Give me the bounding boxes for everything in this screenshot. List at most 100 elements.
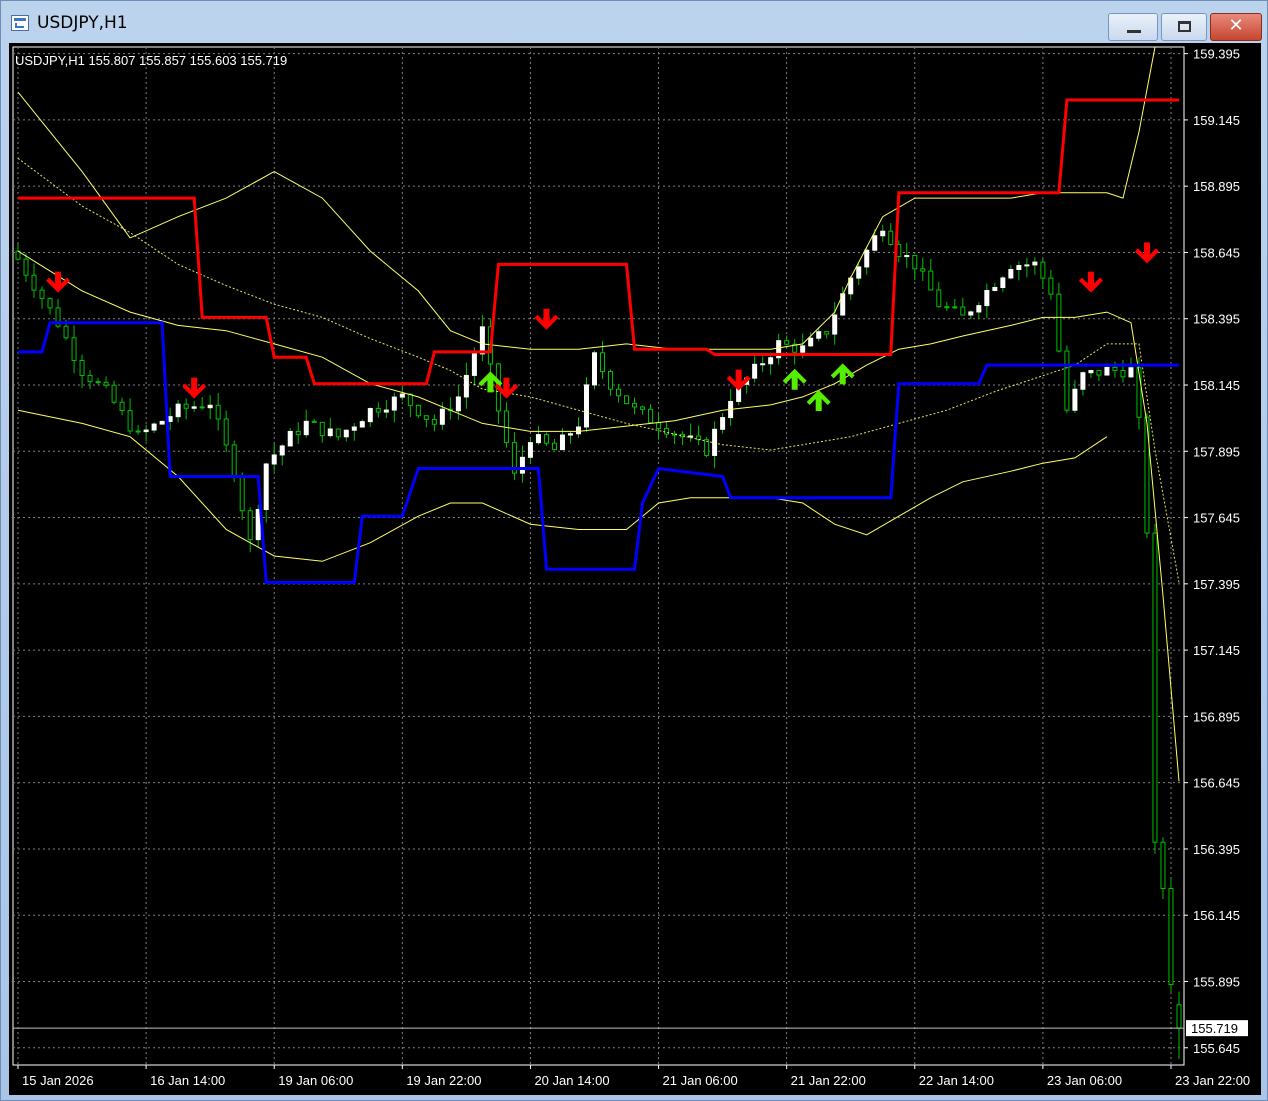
candle-bear [39,289,45,299]
y-tick-label: 158.395 [1193,312,1240,327]
candle-bull [816,331,822,339]
minimize-button[interactable] [1108,13,1158,41]
candle-bull [872,235,878,251]
candle-bull [167,416,173,422]
candle-bull [343,429,349,438]
candle-bull [1104,366,1110,376]
candle-bull [880,230,886,237]
candle-bull [856,266,862,279]
candle-bear [920,268,926,272]
chart-window-icon [11,15,29,31]
candle-bull [383,409,389,413]
candle-bear [47,297,53,309]
plot-frame [12,46,1185,1066]
candle-bear [624,395,630,405]
candle-bear [656,422,662,429]
buy-arrow-icon [806,389,831,411]
candle-bear [87,374,93,383]
candle-bull [527,442,533,458]
candle-bull [535,434,541,444]
candle-bear [1048,277,1054,295]
y-tick-label: 157.145 [1193,643,1240,658]
candle-bull [439,408,445,425]
candle-bear [431,418,437,425]
y-tick-label: 156.145 [1193,908,1240,923]
candle-bull [279,445,285,456]
candle-bear [960,306,966,316]
candle-bear [111,384,117,403]
candle-bull [351,426,357,431]
candle-bull [720,417,726,430]
y-tick-label: 155.645 [1193,1041,1240,1056]
candle-bull [271,454,277,465]
candle-bear [119,401,125,412]
candle-bear [1064,350,1070,411]
support-line [18,321,1179,584]
candle-bear [127,410,133,432]
candle-bull [559,434,565,451]
candle-bear [335,428,341,438]
candle-bull [175,403,181,418]
y-tick-label: 159.145 [1193,113,1240,128]
last-price-label: 155.719 [1191,1021,1238,1036]
candle-bull [976,305,982,313]
candle-bear [1176,1004,1182,1029]
candle-bear [1112,366,1118,371]
y-tick-label: 156.395 [1193,842,1240,857]
candle-bull [471,353,477,376]
candle-bear [1120,369,1126,378]
x-tick-label: 21 Jan 06:00 [663,1073,738,1088]
y-tick-label: 159.395 [1193,47,1240,62]
candle-bull [800,345,806,353]
candle-bear [71,337,77,361]
candle-bear [952,306,958,309]
candle-bull [359,421,365,428]
candle-bear [632,403,638,408]
candle-bear [784,340,790,345]
chart-area[interactable]: 159.395 159.145 158.895 158.645 158.395 158.1… [9,43,1261,1095]
band-middle-line [17,250,1180,782]
candle-bear [640,406,646,410]
candle-bear [1040,261,1046,279]
candle-bear [215,404,221,420]
candle-bull [591,352,597,386]
candle-bear [311,420,317,423]
sell-arrow-icon [1134,242,1159,264]
maximize-button[interactable] [1161,13,1207,41]
candle-bear [551,442,557,451]
candle-bull [519,456,525,474]
candle-bull [712,428,718,456]
candle-bear [600,352,606,373]
sell-arrow-icon [1078,271,1103,293]
candle-bear [223,418,229,446]
candle-bull [1024,264,1030,267]
candle-bull [303,420,309,436]
buy-arrow-icon [782,368,807,390]
minimize-icon [1127,30,1141,33]
candle-bull [1072,388,1078,411]
close-button[interactable]: ✕ [1210,13,1262,41]
price-chart[interactable]: 159.395 159.145 158.895 158.645 158.395 158.1… [9,43,1261,1095]
candle-bear [31,274,37,291]
candle-bear [824,331,830,335]
candle-bear [375,408,381,413]
candle-bull [760,363,766,366]
x-tick-label: 23 Jan 06:00 [1047,1073,1122,1088]
candle-bear [1152,532,1158,843]
sell-arrow-icon [182,377,207,399]
candle-bull [688,435,694,438]
x-tick-label: 23 Jan 22:00 [1175,1073,1250,1088]
candle-bear [319,421,325,437]
candle-bull [768,357,774,365]
y-tick-label: 155.895 [1193,974,1240,989]
y-tick-label: 157.645 [1193,511,1240,526]
buy-arrow-icon [830,363,855,385]
candle-bear [1056,293,1062,352]
sell-arrow-icon [46,271,71,293]
candle-bear [944,306,950,309]
title-bar[interactable]: USDJPY,H1 ✕ [1,1,1267,43]
candle-bull [567,433,573,436]
close-icon: ✕ [1228,15,1244,36]
candle-bull [143,429,149,433]
candle-bear [423,415,429,420]
